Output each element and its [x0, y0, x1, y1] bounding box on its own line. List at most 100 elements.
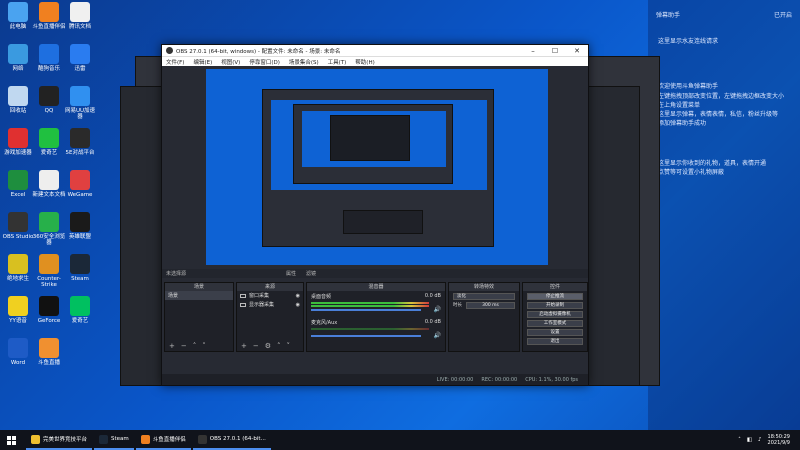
cpu-status: CPU: 1.1%, 30.00 fps — [525, 376, 578, 383]
desktop-icon[interactable]: 腾讯文档 — [63, 2, 97, 30]
desktop-icon[interactable]: OBS Studio — [1, 212, 35, 240]
desktop-icon[interactable]: Counter-Strike — [32, 254, 66, 289]
desktop-icon[interactable]: 绝地求生 — [1, 254, 35, 282]
add-icon[interactable]: + — [169, 342, 175, 350]
assistant-message: 左键拖拽顶部改变位置，左键拖拽边框改变大小 — [658, 92, 785, 100]
desktop-icon[interactable]: 迅雷 — [63, 44, 97, 72]
menu-item[interactable]: 工具(T) — [328, 58, 347, 66]
visibility-icon[interactable]: ◉ — [296, 302, 300, 308]
volume-slider[interactable] — [311, 335, 421, 337]
desktop-icon[interactable]: 回收站 — [1, 86, 35, 114]
nested-window — [262, 89, 494, 247]
desktop-icon[interactable]: 英雄联盟 — [63, 212, 97, 240]
remove-icon[interactable]: − — [181, 342, 187, 350]
desktop-icon-label: 酷狗音乐 — [37, 66, 60, 72]
desktop-icon-label: YY语音 — [9, 318, 27, 324]
obs-preview[interactable] — [206, 69, 548, 265]
start-button[interactable] — [0, 435, 22, 445]
menu-item[interactable]: 场景集合(S) — [289, 58, 319, 66]
app-icon — [39, 170, 59, 190]
desktop-icon[interactable]: 酷狗音乐 — [32, 44, 66, 72]
menu-item[interactable]: 视图(V) — [221, 58, 240, 66]
desktop-icon[interactable]: 网易UU加速器 — [63, 86, 97, 121]
speaker-icon[interactable]: 🔊 — [434, 332, 441, 339]
properties-button[interactable]: 属性 — [286, 270, 296, 277]
clock-date[interactable]: 2021/9/9 — [768, 440, 790, 447]
taskbar-app[interactable]: 完美世界竞技平台 — [26, 430, 93, 450]
desktop-icon[interactable]: QQ — [32, 86, 66, 114]
app-icon — [39, 296, 59, 316]
filters-button[interactable]: 滤镜 — [306, 270, 316, 277]
app-icon — [8, 338, 28, 358]
add-icon[interactable]: + — [241, 342, 247, 350]
taskbar-app[interactable]: 斗鱼直播伴侣 — [135, 430, 191, 450]
desktop-icon[interactable]: Word — [1, 338, 35, 366]
app-icon — [31, 434, 40, 444]
close-icon[interactable]: ✕ — [566, 47, 588, 55]
desktop-icon[interactable]: 网络 — [1, 44, 35, 72]
settings-button[interactable]: 设置 — [527, 329, 583, 336]
move-up-icon[interactable]: ˄ — [193, 342, 197, 350]
desktop-icon[interactable]: Steam — [63, 254, 97, 282]
app-icon — [70, 170, 90, 190]
desktop-icon[interactable]: Excel — [1, 170, 35, 198]
assistant-status[interactable]: 已开启 — [774, 10, 792, 19]
remove-icon[interactable]: − — [253, 342, 259, 350]
taskbar-app[interactable]: Steam — [94, 430, 134, 450]
visibility-icon[interactable]: ◉ — [296, 293, 300, 299]
desktop-icon[interactable]: 斗鱼直播 — [32, 338, 66, 366]
duration-input[interactable]: 300 ms — [466, 302, 515, 309]
app-icon — [39, 86, 59, 106]
desktop-icon-label: 斗鱼直播伴侣 — [32, 24, 66, 30]
desktop-icon[interactable]: 爱奇艺 — [32, 128, 66, 156]
app-icon — [8, 170, 28, 190]
volume-icon[interactable]: ♪ — [758, 437, 762, 443]
start-recording-button[interactable]: 开始录制 — [527, 302, 583, 309]
desktop-icon-label: 360安全浏览器 — [32, 234, 66, 247]
sources-dock: 来源 窗口采集 ◉ 显示器采集 ◉ + − ⚙ ˄ ˅ — [236, 282, 304, 352]
minimize-icon[interactable]: – — [522, 47, 544, 55]
menu-item[interactable]: 编辑(E) — [193, 58, 212, 66]
stop-streaming-button[interactable]: 停止推流 — [527, 293, 583, 300]
taskbar-app-label: 斗鱼直播伴侣 — [152, 437, 186, 443]
move-down-icon[interactable]: ˅ — [202, 342, 206, 350]
desktop-icon[interactable]: 爱奇艺 — [63, 296, 97, 324]
desktop-icon[interactable]: WeGame — [63, 170, 97, 198]
transitions-dock: 转场特效 淡化 时长 300 ms — [448, 282, 520, 352]
system-tray-icon[interactable]: ˄ — [738, 437, 741, 443]
desktop-icon-label: 网络 — [12, 66, 24, 72]
transition-select[interactable]: 淡化 — [453, 293, 515, 300]
desktop-icon[interactable]: 斗鱼直播伴侣 — [32, 2, 66, 30]
desktop-icon[interactable]: 此电脑 — [1, 2, 35, 30]
menu-item[interactable]: 帮助(H) — [355, 58, 374, 66]
speaker-icon[interactable]: 🔊 — [434, 306, 441, 313]
mixer-track: 桌面音频 0.0 dB 🔊 — [307, 291, 445, 317]
desktop-icon[interactable]: 5E对战平台 — [63, 128, 97, 156]
monitor-icon — [240, 302, 246, 307]
move-down-icon[interactable]: ˅ — [287, 342, 291, 350]
desktop-icon[interactable]: 游戏加速器 — [1, 128, 35, 156]
scene-item[interactable]: 场景 — [165, 291, 233, 300]
volume-meter — [311, 305, 429, 307]
network-icon[interactable]: ◧ — [747, 437, 752, 443]
source-item[interactable]: 显示器采集 ◉ — [237, 300, 303, 309]
desktop-icon[interactable]: YY语音 — [1, 296, 35, 324]
move-up-icon[interactable]: ˄ — [277, 342, 281, 350]
volume-slider[interactable] — [311, 309, 421, 311]
taskbar-app-label: OBS 27.0.1 (64-bit... — [209, 436, 266, 442]
desktop-icon[interactable]: 新建文本文档 — [32, 170, 66, 198]
taskbar-app[interactable]: OBS 27.0.1 (64-bit... — [192, 430, 271, 450]
monitor-icon — [240, 293, 246, 298]
start-virtual-camera-button[interactable]: 启动虚拟摄像机 — [527, 311, 583, 318]
menu-item[interactable]: 文件(F) — [166, 58, 184, 66]
gear-icon[interactable]: ⚙ — [265, 342, 271, 350]
studio-mode-button[interactable]: 工作室模式 — [527, 320, 583, 327]
desktop-icon[interactable]: 360安全浏览器 — [32, 212, 66, 247]
desktop-icon[interactable]: GeForce — [32, 296, 66, 324]
obs-statusbar: LIVE: 00:00:00 REC: 00:00:00 CPU: 1.1%, … — [162, 374, 588, 385]
app-icon — [70, 128, 90, 148]
menu-item[interactable]: 停靠窗口(D) — [249, 58, 280, 66]
maximize-icon[interactable]: ☐ — [544, 47, 566, 55]
exit-button[interactable]: 退出 — [527, 338, 583, 345]
source-item[interactable]: 窗口采集 ◉ — [237, 291, 303, 300]
